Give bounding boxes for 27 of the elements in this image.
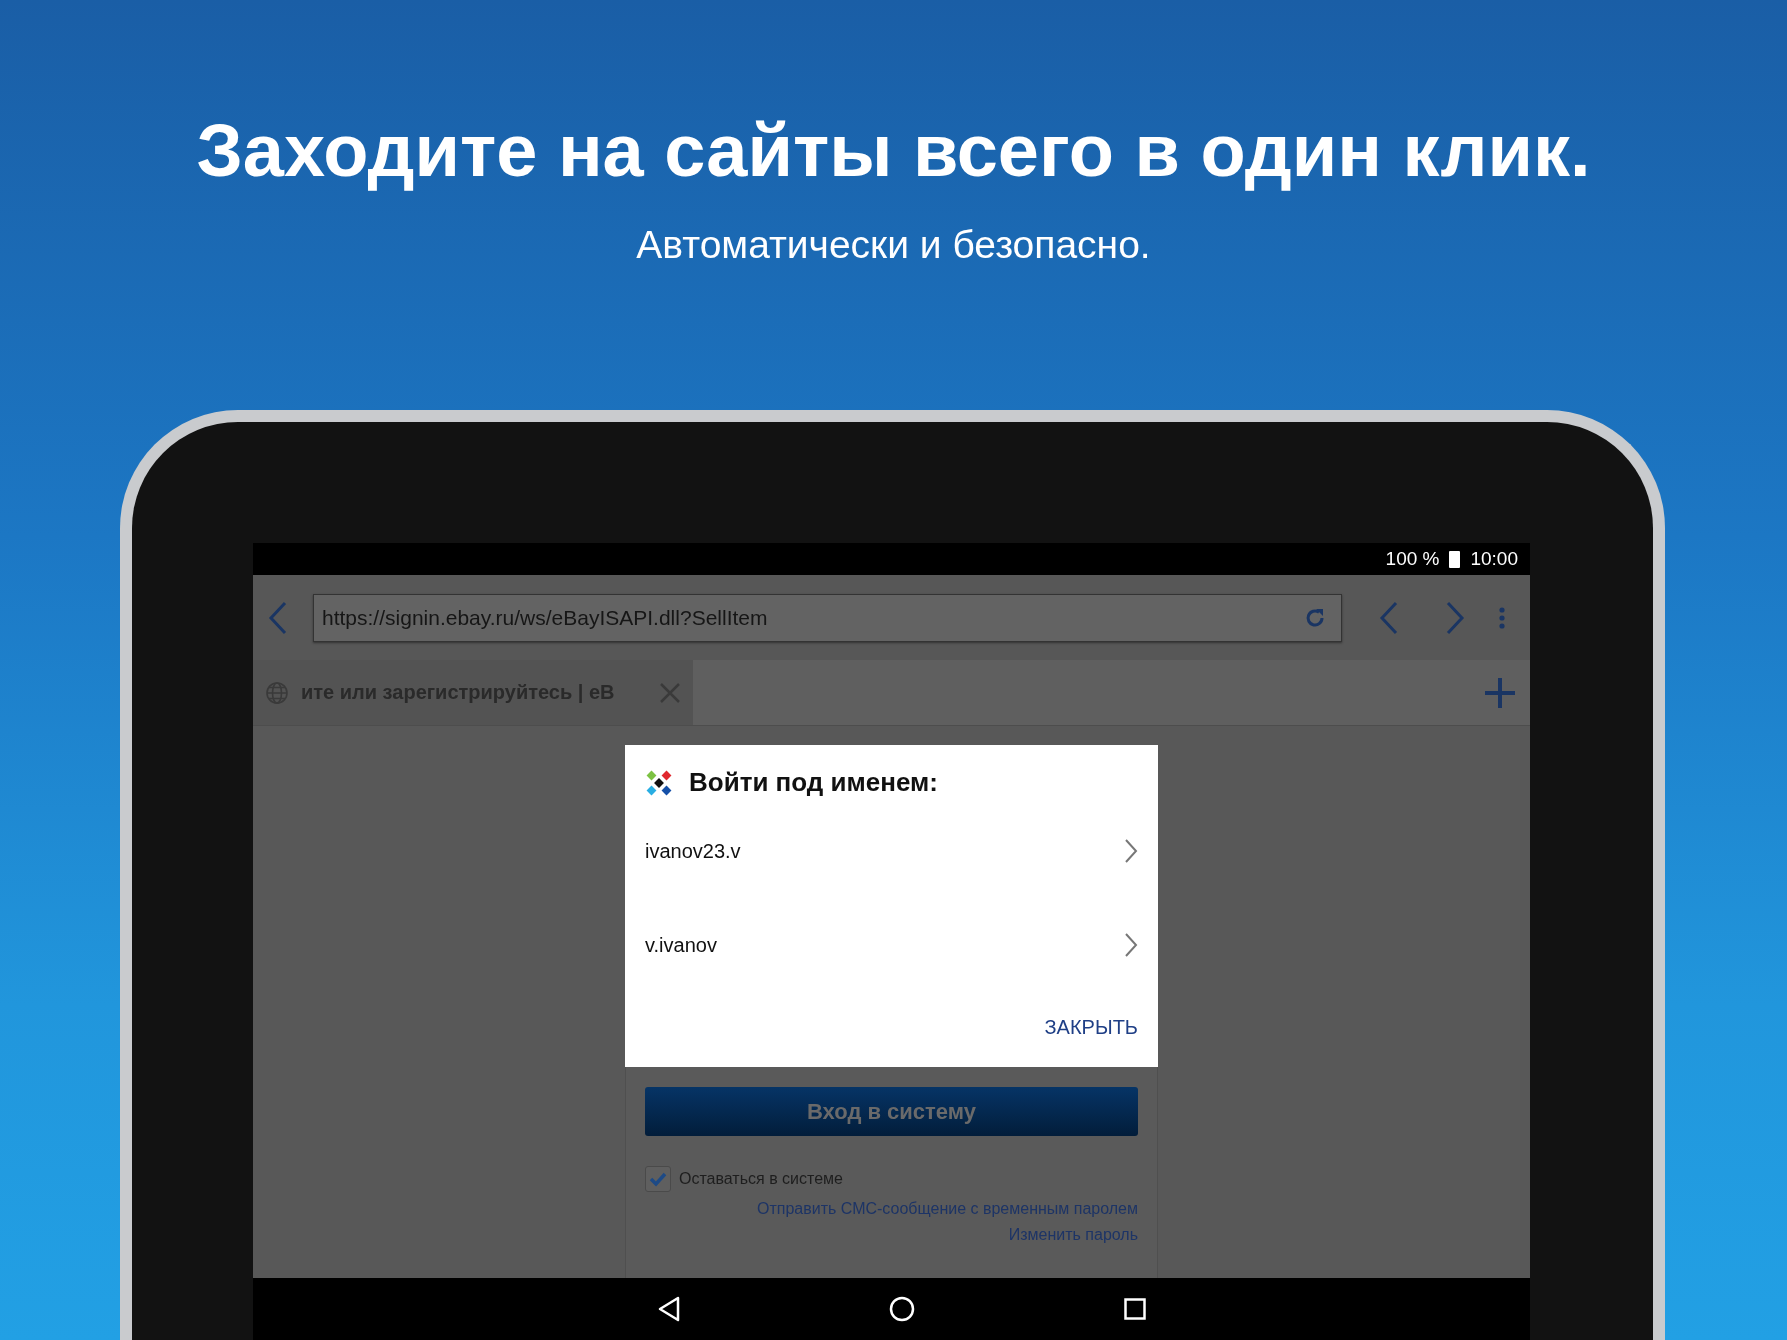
logo-icon xyxy=(645,768,673,797)
globe-icon xyxy=(265,680,289,705)
checkbox[interactable] xyxy=(645,1166,671,1192)
checkmark-icon xyxy=(649,1171,667,1187)
dialog-title: Войти под именем: xyxy=(689,767,938,798)
link[interactable]: Изменить пароль xyxy=(1008,1226,1138,1244)
back-icon[interactable] xyxy=(657,1296,682,1322)
address-bar[interactable]: https://signin.ebay.ru/ws/eBayISAPI.dll?SellItem xyxy=(313,593,1342,642)
account-item[interactable]: v.ivanov xyxy=(645,898,1138,992)
home-icon[interactable] xyxy=(889,1296,916,1322)
chevron-icon xyxy=(1124,932,1138,958)
clock: 10:00 xyxy=(1470,548,1518,570)
battery-icon xyxy=(1449,550,1461,568)
menu-icon[interactable] xyxy=(1498,605,1506,630)
battery-percent: 100 % xyxy=(1385,548,1440,570)
forward-icon[interactable] xyxy=(1444,600,1466,635)
recents-icon[interactable] xyxy=(1123,1298,1146,1320)
checkbox-label: Оставаться в системе xyxy=(679,1170,843,1188)
link[interactable]: Отправить СМС-сообщение с временным паролем xyxy=(757,1200,1138,1218)
new-tab-icon[interactable] xyxy=(1484,676,1516,709)
subheadline: Автоматически и безопасно. xyxy=(636,223,1151,267)
signin-button[interactable]: Вход в систему xyxy=(645,1087,1138,1136)
chevron-icon xyxy=(1124,838,1138,864)
close-icon[interactable] xyxy=(659,681,681,704)
close-button[interactable]: ЗАКРЫТЬ xyxy=(1044,992,1138,1067)
account-item[interactable]: ivanov23.v xyxy=(645,804,1138,898)
headline: Заходите на сайты всего в один клик. xyxy=(196,108,1591,193)
